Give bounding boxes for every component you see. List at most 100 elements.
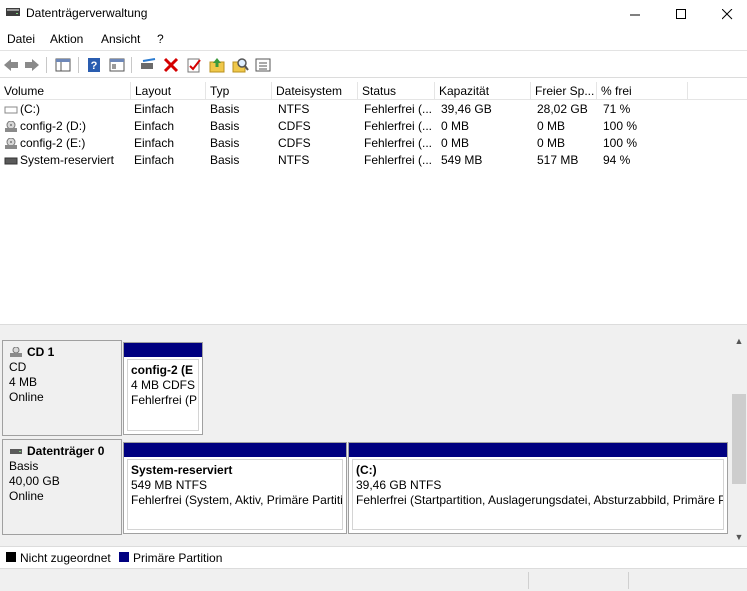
- list-icon[interactable]: [254, 56, 272, 74]
- cell-kapazitaet: 39,46 GB: [441, 102, 492, 116]
- partition-status: Fehlerfrei (Startpartition, Auslagerungs…: [356, 493, 724, 507]
- up-folder-icon[interactable]: [208, 56, 226, 74]
- delete-icon[interactable]: [162, 56, 180, 74]
- cell-layout: Einfach: [134, 102, 175, 116]
- hard-disk-icon: [10, 449, 22, 454]
- legend-label-unallocated: Nicht zugeordnet: [20, 551, 111, 565]
- minimize-button[interactable]: [612, 0, 658, 28]
- cd-drive-icon: [10, 347, 22, 357]
- disk-name: Datenträger 0: [9, 444, 121, 459]
- menu-help[interactable]: ?: [157, 32, 164, 46]
- partition-name: System-reserviert: [131, 463, 233, 477]
- cell-dateisystem: NTFS: [278, 153, 310, 167]
- legend: Nicht zugeordnet Primäre Partition: [0, 546, 747, 568]
- window-title: Datenträgerverwaltung: [26, 6, 148, 20]
- vertical-scrollbar[interactable]: ▲ ▼: [731, 334, 747, 546]
- table-row[interactable]: System-reserviert Einfach Basis NTFS Feh…: [0, 152, 747, 169]
- menu-datei[interactable]: Datei: [7, 32, 35, 46]
- cell-kapazitaet: 549 MB: [441, 153, 483, 167]
- legend-swatch-unallocated: [6, 552, 16, 562]
- disk-state: Online: [9, 390, 44, 404]
- cell-prozent-frei: 71 %: [603, 102, 631, 116]
- volume-list: Volume Layout Typ Dateisystem Status Kap…: [0, 82, 747, 324]
- partition-name: config-2 (E: [131, 363, 193, 377]
- svg-text:?: ?: [91, 60, 98, 72]
- cell-kapazitaet: 0 MB: [441, 136, 470, 150]
- forward-icon[interactable]: [23, 56, 41, 74]
- disk-label-disk0[interactable]: Datenträger 0 Basis 40,00 GB Online: [2, 439, 122, 535]
- table-row[interactable]: config-2 (D:) Einfach Basis CDFS Fehlerf…: [0, 118, 747, 135]
- column-kapazitaet[interactable]: Kapazität: [435, 82, 531, 100]
- disk-state: Online: [9, 489, 44, 503]
- cell-prozent-frei: 94 %: [603, 153, 631, 167]
- cell-freier-speicher: 0 MB: [537, 136, 566, 150]
- partition-body: (C:) 39,46 GB NTFS Fehlerfrei (Startpart…: [352, 459, 724, 530]
- menu-bar: Datei Aktion Ansicht ?: [0, 28, 747, 50]
- toolbar-separator: [131, 57, 132, 73]
- partition-status: Fehlerfrei (System, Aktiv, Primäre Parti…: [131, 493, 343, 507]
- partition-size-fs: 4 MB CDFS: [131, 378, 196, 392]
- pane-splitter[interactable]: [0, 324, 747, 332]
- cell-status: Fehlerfrei (...: [364, 102, 433, 116]
- menu-ansicht[interactable]: Ansicht: [101, 32, 140, 46]
- partition-size-fs: 39,46 GB NTFS: [356, 478, 442, 492]
- column-layout[interactable]: Layout: [131, 82, 206, 100]
- legend-swatch-primary: [119, 552, 129, 562]
- menu-aktion[interactable]: Aktion: [50, 32, 83, 46]
- help-icon[interactable]: ?: [85, 56, 103, 74]
- cell-freier-speicher: 0 MB: [537, 119, 566, 133]
- cell-layout: Einfach: [134, 119, 175, 133]
- partition-body: System-reserviert 549 MB NTFS Fehlerfrei…: [127, 459, 343, 530]
- close-button[interactable]: [704, 0, 747, 28]
- cell-prozent-frei: 100 %: [603, 119, 638, 133]
- scroll-down-icon[interactable]: ▼: [731, 532, 747, 546]
- disk-type: Basis: [9, 459, 39, 473]
- scroll-thumb[interactable]: [732, 394, 746, 484]
- disk-name: CD 1: [9, 345, 121, 360]
- properties-view-icon[interactable]: [108, 56, 126, 74]
- connect-icon[interactable]: [139, 56, 157, 74]
- back-icon[interactable]: [2, 56, 20, 74]
- status-bar: [0, 568, 747, 591]
- column-typ[interactable]: Typ: [206, 82, 272, 100]
- scroll-up-icon[interactable]: ▲: [731, 336, 747, 350]
- disk-management-icon: [6, 8, 20, 16]
- disk-type: CD: [9, 360, 27, 374]
- cell-layout: Einfach: [134, 136, 175, 150]
- cell-dateisystem: CDFS: [278, 119, 311, 133]
- table-row[interactable]: (C:) Einfach Basis NTFS Fehlerfrei (... …: [0, 101, 747, 118]
- status-divider: [528, 572, 529, 589]
- maximize-button[interactable]: [658, 0, 704, 28]
- cell-status: Fehlerfrei (...: [364, 136, 433, 150]
- cell-typ: Basis: [210, 153, 240, 167]
- console-tree-icon[interactable]: [54, 56, 72, 74]
- title-bar: Datenträgerverwaltung: [0, 0, 747, 28]
- partition-bar: [124, 443, 346, 457]
- cell-typ: Basis: [210, 136, 240, 150]
- disk-size: 40,00 GB: [9, 474, 60, 488]
- table-row[interactable]: config-2 (E:) Einfach Basis CDFS Fehlerf…: [0, 135, 747, 152]
- cell-prozent-frei: 100 %: [603, 136, 638, 150]
- cell-volume: config-2 (D:): [20, 119, 87, 133]
- check-icon[interactable]: [185, 56, 203, 74]
- column-prozent-frei[interactable]: % frei: [597, 82, 688, 100]
- partition-size-fs: 549 MB NTFS: [131, 478, 208, 492]
- find-icon[interactable]: [231, 56, 249, 74]
- cell-layout: Einfach: [134, 153, 175, 167]
- disk-label-cd1[interactable]: CD 1 CD 4 MB Online: [2, 340, 122, 436]
- column-dateisystem[interactable]: Dateisystem: [272, 82, 358, 100]
- partition-bar: [349, 443, 727, 457]
- column-status[interactable]: Status: [358, 82, 435, 100]
- column-freier-speicher[interactable]: Freier Sp...: [531, 82, 597, 100]
- partition-config2-e[interactable]: config-2 (E 4 MB CDFS Fehlerfrei (P: [123, 342, 203, 435]
- maximize-icon: [675, 8, 686, 19]
- column-volume[interactable]: Volume: [0, 82, 131, 100]
- disk-size: 4 MB: [9, 375, 38, 389]
- partition-system-reserviert[interactable]: System-reserviert 549 MB NTFS Fehlerfrei…: [123, 442, 347, 534]
- cd-drive-icon: [5, 138, 17, 149]
- cell-kapazitaet: 0 MB: [441, 119, 470, 133]
- partition-c[interactable]: (C:) 39,46 GB NTFS Fehlerfrei (Startpart…: [348, 442, 728, 534]
- cell-volume: System-reserviert: [20, 153, 115, 167]
- disk-name-text: CD 1: [27, 345, 55, 359]
- cell-typ: Basis: [210, 119, 240, 133]
